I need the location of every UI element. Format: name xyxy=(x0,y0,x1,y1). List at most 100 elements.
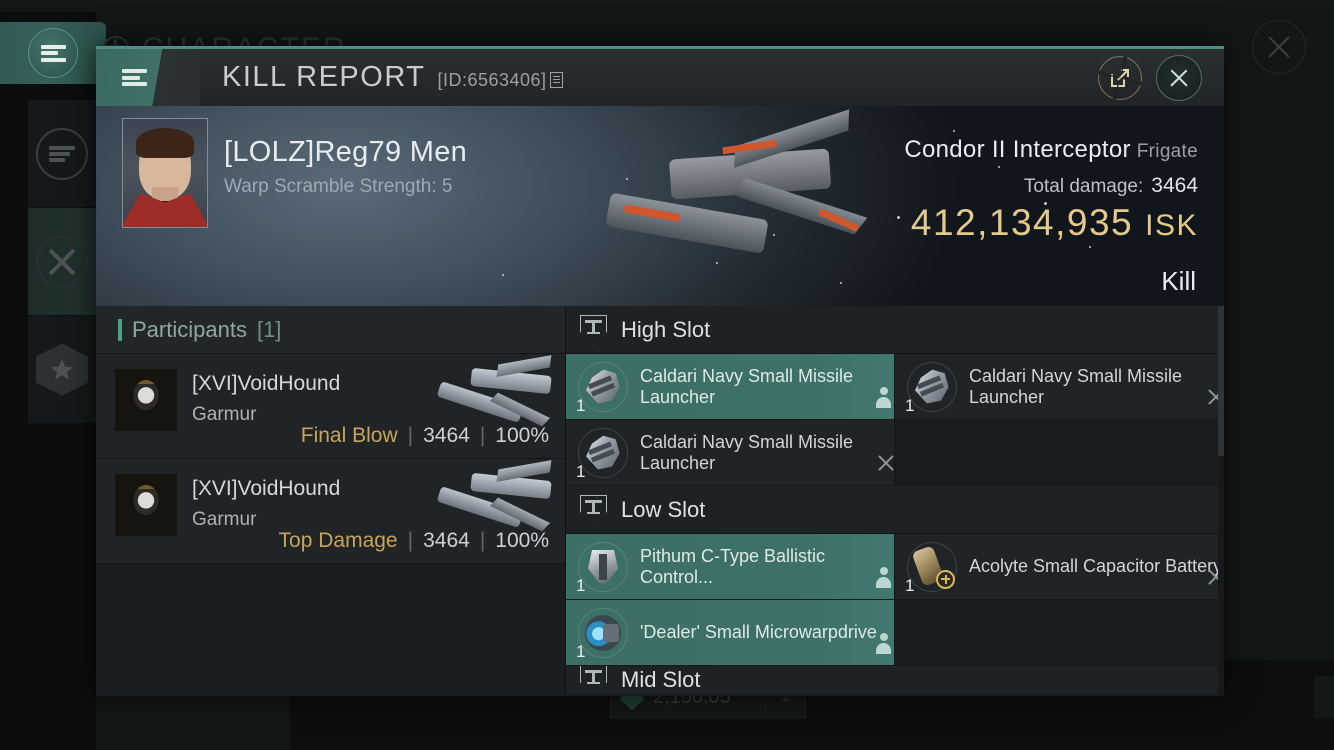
kill-banner: [LOLZ]Reg79 Men Warp Scramble Strength: … xyxy=(96,106,1224,306)
participant-ship-render xyxy=(431,460,552,537)
item-name: Caldari Navy Small Missile Launcher xyxy=(640,431,854,473)
star-hex-icon xyxy=(36,343,88,396)
avatar xyxy=(122,118,208,228)
ship-name-text: Condor II Interceptor xyxy=(904,136,1131,163)
screen-root: CHARACTER 2,156.05 1 Page 1 ❯ KILL REPOR… xyxy=(0,0,1334,750)
section-header-next-partial: Mid Slot xyxy=(566,666,1224,694)
list-item[interactable]: 1 'Dealer' Small Microwarpdrive xyxy=(566,600,894,666)
sidebar-item-favorites[interactable] xyxy=(28,316,96,424)
participants-header: Participants [1] xyxy=(96,306,565,354)
participants-panel: Participants [1] [XVI]VoidHound Garmur F… xyxy=(96,306,566,696)
participant-name: [XVI]VoidHound xyxy=(192,372,341,395)
dialog-menu-button[interactable] xyxy=(96,49,200,106)
item-quantity: 1 xyxy=(576,461,586,481)
section-title: Low Slot xyxy=(621,496,706,522)
divider: | xyxy=(407,424,414,447)
item-name: Pithum C-Type Ballistic Control... xyxy=(640,545,826,587)
item-quantity: 1 xyxy=(905,575,915,595)
microwarpdrive-icon: 1 xyxy=(576,607,628,661)
divider: | xyxy=(479,529,486,552)
participant-ship: Garmur xyxy=(192,404,257,425)
empty-slot xyxy=(895,600,1224,666)
high-slot-column-left: 1 Caldari Navy Small Missile Launcher 1 … xyxy=(566,354,895,486)
table-row[interactable]: [XVI]VoidHound Garmur Top Damage | 3464 … xyxy=(96,459,565,564)
kill-report-dialog: KILL REPORT [ID:6563406] [LOLZ]Reg79 Men… xyxy=(96,46,1224,696)
rail-item-list xyxy=(28,100,96,750)
isk-unit: ISK xyxy=(1145,209,1198,242)
copy-icon[interactable] xyxy=(549,72,563,88)
victim-subtitle: Warp Scramble Strength: 5 xyxy=(224,176,453,197)
item-name: Caldari Navy Small Missile Launcher xyxy=(640,365,854,407)
dialog-title-text: KILL REPORT xyxy=(222,61,426,93)
section-title: High Slot xyxy=(621,316,711,342)
list-item[interactable]: 1 Acolyte Small Capacitor Battery xyxy=(895,534,1224,600)
slot-badge-icon xyxy=(580,314,607,345)
page-title: KILL REPORT [ID:6563406] xyxy=(222,61,563,94)
capacitor-battery-icon: 1 xyxy=(905,541,957,595)
main-menu-button[interactable] xyxy=(28,28,78,78)
kill-id: [ID:6563406] xyxy=(437,70,563,91)
kill-id-text: [ID:6563406] xyxy=(437,70,547,90)
kill-word: Kill xyxy=(1161,266,1196,296)
participant-damage: 3464 xyxy=(423,529,470,552)
scrollbar-thumb[interactable] xyxy=(1218,306,1224,456)
participant-damage: 3464 xyxy=(423,424,470,447)
list-item[interactable]: 1 Caldari Navy Small Missile Launcher xyxy=(895,354,1224,420)
page-indicator: Page 1 xyxy=(1314,676,1334,718)
item-quantity: 1 xyxy=(576,575,586,595)
missile-launcher-icon: 1 xyxy=(905,361,957,415)
background-close-button[interactable] xyxy=(1252,20,1306,74)
participant-ship-render xyxy=(431,355,552,432)
section-accent-bar xyxy=(118,318,122,341)
hamburger-icon xyxy=(122,69,147,86)
list-icon xyxy=(36,127,88,180)
avatar xyxy=(115,369,177,431)
close-button[interactable] xyxy=(1156,54,1202,101)
isk-value: 412,134,935 ISK xyxy=(911,202,1198,244)
participant-ship: Garmur xyxy=(192,509,257,530)
divider: | xyxy=(407,529,414,552)
sidebar-item-list[interactable] xyxy=(28,100,96,208)
missile-launcher-icon: 1 xyxy=(576,427,628,481)
scrollbar[interactable] xyxy=(1218,306,1224,696)
dialog-header-actions xyxy=(1097,54,1224,101)
participant-tag: Final Blow xyxy=(300,424,398,447)
participant-stats: Final Blow | 3464 | 100% xyxy=(301,424,549,448)
participant-percent: 100% xyxy=(495,424,549,447)
low-slot-column-left: 1 Pithum C-Type Ballistic Control... 1 '… xyxy=(566,534,895,666)
ballistic-control-icon: 1 xyxy=(576,541,628,595)
item-quantity: 1 xyxy=(576,641,586,661)
missile-launcher-icon: 1 xyxy=(576,361,628,415)
ship-class: Frigate xyxy=(1136,141,1198,162)
item-quantity: 1 xyxy=(905,395,915,415)
participants-title: Participants xyxy=(132,316,247,342)
item-quantity: 1 xyxy=(576,395,586,415)
table-row[interactable]: [XVI]VoidHound Garmur Final Blow | 3464 … xyxy=(96,354,565,459)
hamburger-icon xyxy=(40,44,66,62)
participants-empty-area xyxy=(96,564,565,654)
divider: | xyxy=(479,424,486,447)
dialog-body: Participants [1] [XVI]VoidHound Garmur F… xyxy=(96,306,1224,696)
fitting-panel: High Slot 1 Caldari Navy Small Missile L… xyxy=(566,306,1224,696)
sidebar-item-combat[interactable] xyxy=(28,208,96,316)
empty-slot xyxy=(895,420,1224,486)
low-slot-column-right: 1 Acolyte Small Capacitor Battery xyxy=(895,534,1224,666)
list-item[interactable]: 1 Caldari Navy Small Missile Launcher xyxy=(566,420,894,486)
section-title: Mid Slot xyxy=(621,667,701,692)
section-header-low-slot: Low Slot xyxy=(566,486,1224,534)
slot-badge-icon xyxy=(580,666,607,694)
item-name: 'Dealer' Small Microwarpdrive xyxy=(640,622,877,642)
participant-tag: Top Damage xyxy=(278,529,398,552)
crossed-swords-icon xyxy=(36,235,88,288)
list-item[interactable]: 1 Caldari Navy Small Missile Launcher xyxy=(566,354,894,420)
avatar xyxy=(115,474,177,536)
item-name: Acolyte Small Capacitor Battery xyxy=(969,556,1223,576)
high-slot-column-right: 1 Caldari Navy Small Missile Launcher xyxy=(895,354,1224,486)
participant-stats: Top Damage | 3464 | 100% xyxy=(279,529,549,553)
external-link-button[interactable] xyxy=(1097,54,1143,101)
victim-name: [LOLZ]Reg79 Men xyxy=(224,136,468,168)
total-damage: Total damage: 3464 xyxy=(1024,174,1198,198)
ship-name: Condor II Interceptor Frigate xyxy=(904,136,1198,164)
list-item[interactable]: 1 Pithum C-Type Ballistic Control... xyxy=(566,534,894,600)
participants-count: [1] xyxy=(256,316,282,342)
